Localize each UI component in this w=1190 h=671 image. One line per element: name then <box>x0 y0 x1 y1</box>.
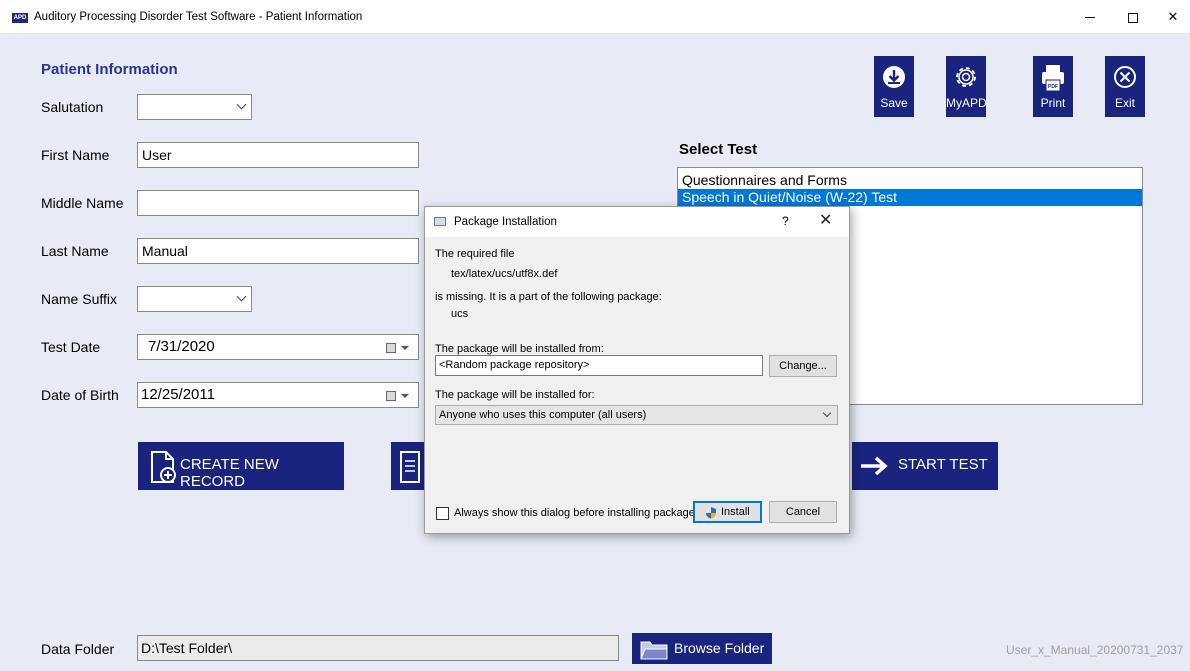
chevron-down-icon <box>822 408 832 418</box>
dob-label: Date of Birth <box>41 387 119 403</box>
minimize-button[interactable] <box>1070 0 1110 34</box>
install-from-label: The package will be installed from: <box>435 343 604 355</box>
print-button[interactable]: PDF Print <box>1033 56 1073 117</box>
browse-folder-label: Browse Folder <box>674 640 765 656</box>
missing-text: is missing. It is a part of the followin… <box>435 291 662 303</box>
chevron-down-icon <box>236 291 247 302</box>
install-for-value: Anyone who uses this computer (all users… <box>439 409 647 421</box>
shield-icon <box>706 507 716 519</box>
dialog-close-button[interactable]: ✕ <box>819 210 832 230</box>
app-icon: APD <box>12 13 28 23</box>
install-for-combo[interactable]: Anyone who uses this computer (all users… <box>435 405 838 425</box>
dialog-help-button[interactable]: ? <box>782 214 789 228</box>
title-bar: APD Auditory Processing Disorder Test So… <box>0 0 1190 34</box>
salutation-combo[interactable] <box>137 94 252 120</box>
required-file-label: The required file <box>435 248 515 260</box>
open-record-button[interactable] <box>391 442 425 490</box>
middle-name-label: Middle Name <box>41 195 124 211</box>
create-new-record-label: CREATE NEW RECORD <box>180 456 279 490</box>
folder-icon <box>640 641 668 660</box>
chevron-down-icon <box>236 99 247 110</box>
open-document-icon <box>400 451 420 483</box>
record-id: User_x_Manual_20200731_2037 <box>1006 643 1184 657</box>
maximize-button[interactable] <box>1113 0 1153 34</box>
test-date-label: Test Date <box>41 339 101 355</box>
first-name-label: First Name <box>41 147 110 163</box>
dialog-title-bar: Package Installation ? ✕ <box>425 207 849 237</box>
test-date-picker[interactable]: 7/31/2020 <box>137 334 419 360</box>
install-for-label: The package will be installed for: <box>435 389 595 401</box>
dropdown-arrow-icon <box>401 394 409 398</box>
exit-button[interactable]: Exit <box>1105 56 1145 117</box>
name-suffix-combo[interactable] <box>137 286 252 312</box>
section-title: Patient Information <box>41 61 178 78</box>
printer-icon: PDF <box>1042 65 1064 92</box>
install-label: Install <box>721 506 750 518</box>
test-item-selected[interactable]: Speech in Quiet/Noise (W-22) Test <box>678 189 1142 206</box>
close-button[interactable]: ✕ <box>1153 0 1190 34</box>
myapd-label: MyAPD <box>946 96 987 110</box>
middle-name-field[interactable] <box>137 190 419 216</box>
create-new-record-button[interactable]: CREATE NEW RECORD <box>138 442 344 490</box>
last-name-label: Last Name <box>41 243 109 259</box>
start-test-button[interactable]: START TEST <box>852 442 998 490</box>
change-button[interactable]: Change... <box>769 355 837 377</box>
package-installation-dialog: Package Installation ? ✕ The required fi… <box>424 206 850 534</box>
start-test-label: START TEST <box>898 456 988 473</box>
repository-field[interactable]: <Random package repository> <box>435 355 763 376</box>
test-date-value: 7/31/2020 <box>148 338 215 355</box>
arrow-right-icon <box>861 456 888 476</box>
calendar-icon <box>386 391 396 401</box>
calendar-icon <box>386 343 396 353</box>
save-button[interactable]: Save <box>874 56 914 117</box>
maximize-icon <box>1128 12 1138 23</box>
minimize-icon <box>1085 17 1095 19</box>
select-test-title: Select Test <box>679 141 758 158</box>
save-label: Save <box>880 96 908 110</box>
cancel-button[interactable]: Cancel <box>769 501 837 523</box>
print-label: Print <box>1040 96 1066 110</box>
pdf-icon-text: PDF <box>1048 84 1058 90</box>
name-suffix-label: Name Suffix <box>41 291 117 307</box>
gear-icon <box>956 67 976 87</box>
close-circle-icon <box>1114 66 1136 88</box>
download-icon <box>883 66 905 88</box>
dropdown-arrow-icon <box>401 346 409 350</box>
exit-label: Exit <box>1114 96 1135 110</box>
window-icon <box>434 217 446 226</box>
always-show-label: Always show this dialog before installin… <box>454 507 701 519</box>
test-item[interactable]: Questionnaires and Forms <box>678 172 1142 189</box>
browse-folder-button[interactable]: Browse Folder <box>632 633 772 664</box>
required-file-path: tex/latex/ucs/utf8x.def <box>451 268 558 280</box>
data-folder-field[interactable]: D:\Test Folder\ <box>137 635 619 661</box>
package-name: ucs <box>451 308 469 320</box>
first-name-field[interactable]: User <box>137 142 419 168</box>
last-name-field[interactable]: Manual <box>137 238 419 264</box>
data-folder-label: Data Folder <box>41 641 115 657</box>
myapd-button[interactable]: MyAPD <box>946 56 987 117</box>
new-document-icon <box>151 451 176 483</box>
install-button[interactable]: Install <box>693 501 762 523</box>
window-title: Auditory Processing Disorder Test Softwa… <box>34 11 363 23</box>
dob-picker[interactable]: 12/25/2011 <box>137 382 419 408</box>
dialog-title: Package Installation <box>454 216 557 228</box>
always-show-checkbox[interactable] <box>436 507 449 520</box>
dob-value: 12/25/2011 <box>141 386 215 403</box>
salutation-label: Salutation <box>41 99 104 115</box>
